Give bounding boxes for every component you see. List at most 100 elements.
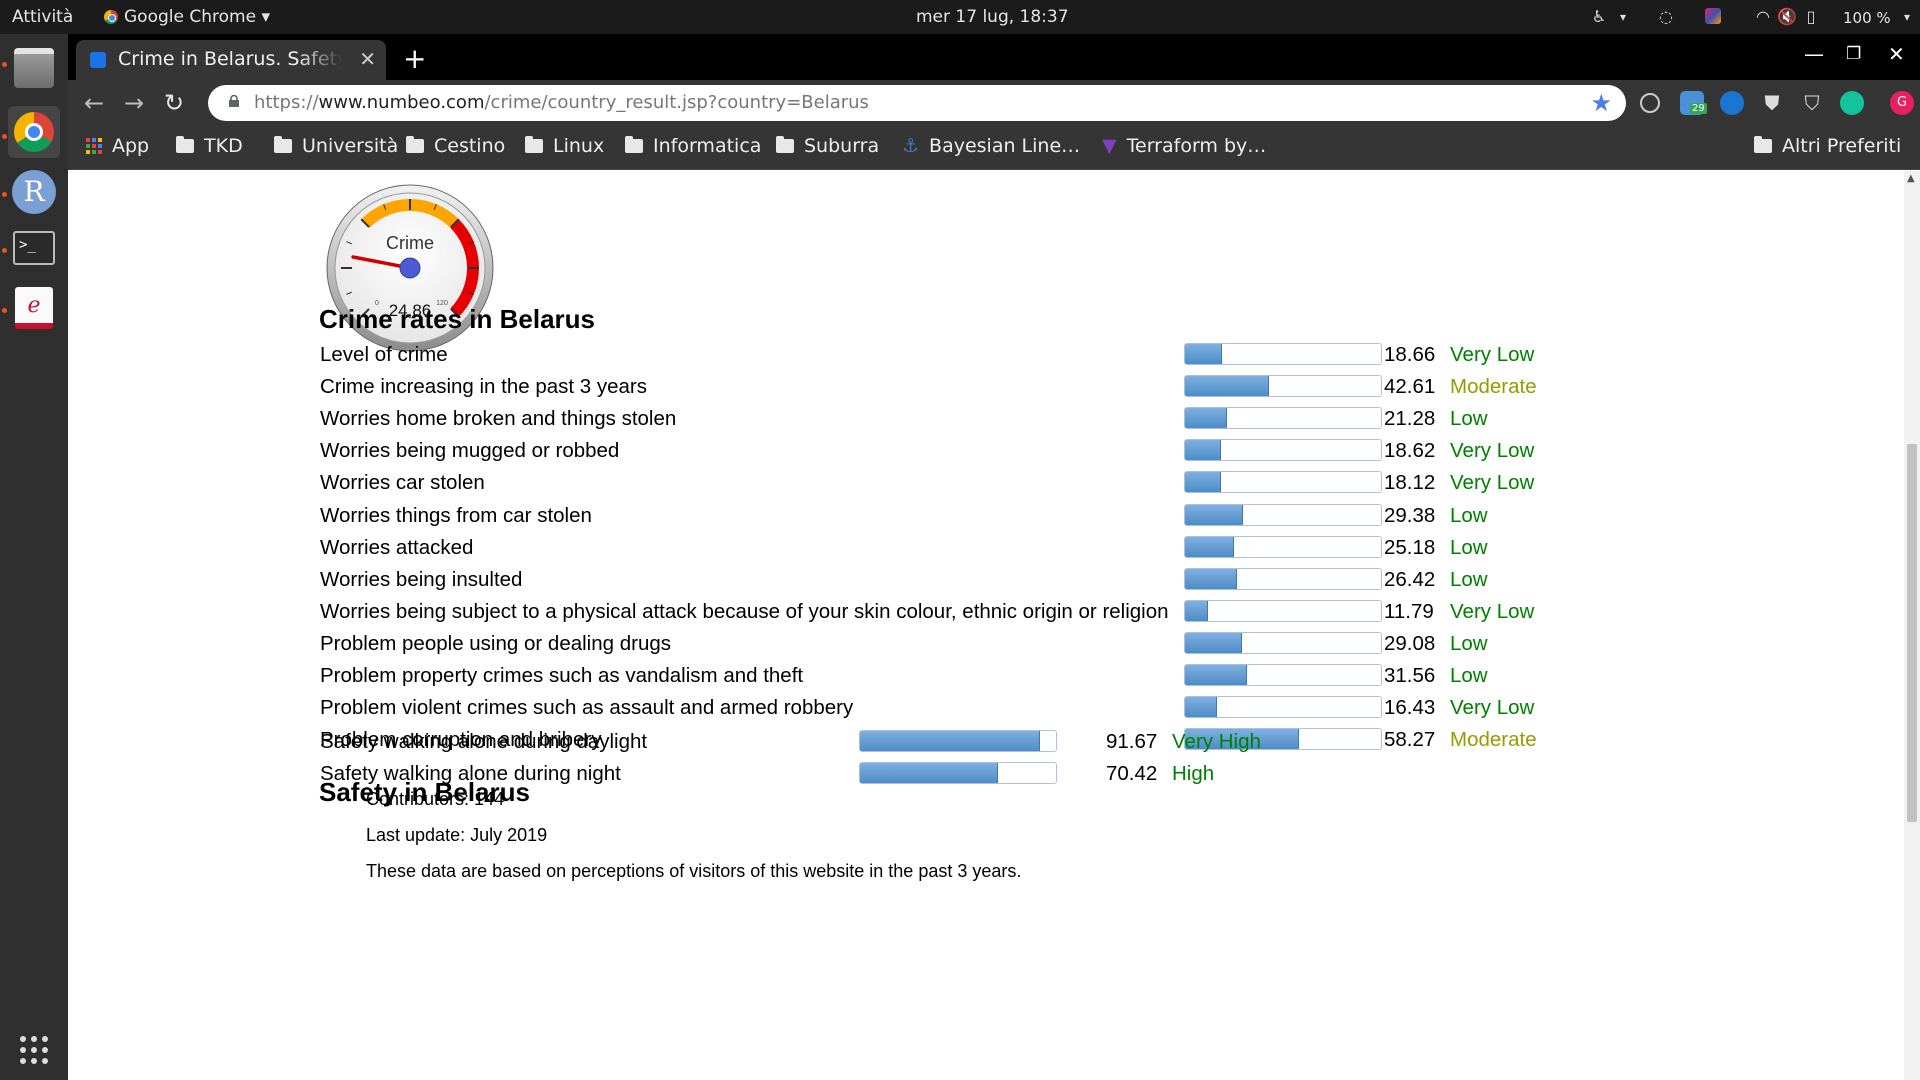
chrome-dock-icon[interactable] xyxy=(8,106,60,158)
folder-icon xyxy=(776,136,794,153)
extension-teamviewer-icon[interactable] xyxy=(1720,91,1744,115)
wifi-icon[interactable]: ◠ xyxy=(1752,6,1774,28)
metric-bar-fill xyxy=(1185,344,1222,364)
extension-ghostery-icon[interactable]: ⛊ xyxy=(1760,91,1784,115)
metric-rating: Very Low xyxy=(1450,471,1535,495)
metric-label: Worries being subject to a physical atta… xyxy=(320,599,1169,623)
metric-label: Worries attacked xyxy=(320,535,474,559)
bookmark-apps[interactable]: App xyxy=(86,135,149,157)
battery-level[interactable]: 100 % xyxy=(1843,9,1891,27)
metric-bar-fill xyxy=(1185,697,1218,718)
bookmark-terraform[interactable]: ▼ Terraform by… xyxy=(1102,135,1266,157)
restore-icon[interactable]: ❐ xyxy=(1846,44,1861,64)
metric-row: Problem violent crimes such as assault a… xyxy=(320,692,1620,724)
profile-avatar[interactable]: G xyxy=(1890,91,1914,115)
metric-bar xyxy=(859,730,1057,752)
folder-icon xyxy=(525,136,543,153)
scroll-up-arrow-icon[interactable]: ▲ xyxy=(1907,173,1915,184)
metric-rating: Low xyxy=(1450,535,1488,559)
window-close-icon[interactable]: ✕ xyxy=(1888,42,1905,66)
minimize-icon[interactable]: — xyxy=(1804,42,1824,66)
tray-app-icon[interactable] xyxy=(1702,6,1724,28)
metric-bar-fill xyxy=(1185,440,1222,461)
chrome-menu-icon[interactable]: ⋮ xyxy=(1916,89,1920,117)
r-language-icon[interactable]: R xyxy=(8,166,60,218)
bookmark-star-icon[interactable]: ★ xyxy=(1590,89,1612,117)
accessibility-icon[interactable]: ♿ xyxy=(1588,6,1610,28)
show-applications-icon[interactable] xyxy=(8,1024,60,1076)
metric-value: 18.62 xyxy=(1384,439,1436,463)
metric-bar xyxy=(1184,535,1382,558)
bookmark-folder-suburra[interactable]: Suburra xyxy=(776,135,879,157)
extension-shield-icon[interactable]: ⛉ xyxy=(1800,91,1824,115)
whatsapp-icon[interactable]: ◌ xyxy=(1655,6,1677,28)
metric-row: Problem people using or dealing drugs 29.… xyxy=(320,628,1620,660)
extension-grammarly-icon[interactable] xyxy=(1840,91,1864,115)
bookmark-label: Cestino xyxy=(434,135,506,157)
bookmark-folder-universita[interactable]: Università xyxy=(274,135,398,157)
chevron-down-icon[interactable]: ▾ xyxy=(1896,6,1918,28)
page-scrollbar[interactable]: ▲ xyxy=(1904,171,1920,1080)
app-menu[interactable]: Google Chrome ▾ xyxy=(104,7,270,27)
file-cabinet-icon[interactable] xyxy=(8,42,60,94)
metric-bar xyxy=(1184,631,1382,654)
bookmark-folder-tkd[interactable]: TKD xyxy=(176,135,243,157)
metric-value: 31.56 xyxy=(1384,664,1436,687)
activities-button[interactable]: Attività xyxy=(12,7,73,27)
metric-bar-fill xyxy=(1185,472,1221,493)
metric-bar-fill xyxy=(1185,408,1227,429)
folder-icon xyxy=(274,136,292,153)
running-indicator xyxy=(2,62,7,67)
address-bar[interactable]: https://www.numbeo.com/crime/country_res… xyxy=(208,85,1626,121)
bookmark-folder-cestino[interactable]: Cestino xyxy=(406,135,505,157)
new-tab-plus-icon[interactable]: + xyxy=(403,42,426,75)
battery-icon[interactable]: ▯ xyxy=(1800,6,1822,28)
metric-label: Problem property crimes such as vandalis… xyxy=(320,664,804,687)
back-arrow-icon[interactable]: ← xyxy=(80,89,108,117)
metric-bar-fill xyxy=(1185,600,1209,621)
chevron-down-icon[interactable]: ▾ xyxy=(1612,6,1634,28)
metric-rating: Very Low xyxy=(1450,599,1535,623)
metric-bar-fill xyxy=(1185,536,1235,557)
url-text[interactable]: https://www.numbeo.com/crime/country_res… xyxy=(254,92,869,113)
metric-bar xyxy=(1184,696,1382,719)
running-indicator xyxy=(2,308,7,313)
chevron-down-icon: ▾ xyxy=(261,7,270,27)
metric-label: Worries things from car stolen xyxy=(320,503,592,527)
clock[interactable]: mer 17 lug, 18:37 xyxy=(916,7,1069,27)
bookmarks-bar: App TKD Università Cestino Linux Informa… xyxy=(68,126,1920,170)
metric-value: 29.38 xyxy=(1384,503,1436,527)
terminal-icon[interactable]: >_ xyxy=(8,222,60,274)
gauge-hub xyxy=(399,257,421,279)
url-path: /crime/country_result.jsp?country=Belaru… xyxy=(484,92,869,113)
bookmark-other-folder[interactable]: Altri Preferiti xyxy=(1754,135,1901,157)
metric-rating: Low xyxy=(1450,567,1488,591)
system-top-bar: Attività Google Chrome ▾ mer 17 lug, 18:… xyxy=(0,0,1920,34)
metric-value: 91.67 xyxy=(1106,730,1158,753)
tab-active[interactable]: Crime in Belarus. Safety in Belarus ✕ xyxy=(76,40,386,80)
bookmark-folder-informatica[interactable]: Informatica xyxy=(625,135,761,157)
web-page: Crime 0 120 24,86 Crime rates in Belarus… xyxy=(68,171,1904,1080)
scrollbar-thumb[interactable] xyxy=(1907,444,1917,822)
metric-row: Worries being insulted 26.42 Low xyxy=(320,564,1620,596)
close-icon[interactable]: ✕ xyxy=(359,47,376,71)
bookmark-label: Informatica xyxy=(653,135,762,157)
reload-icon[interactable]: ↻ xyxy=(160,89,188,117)
metric-label: Worries being mugged or robbed xyxy=(320,439,620,463)
pdf-viewer-icon[interactable]: ℯ xyxy=(8,282,60,334)
volume-muted-icon[interactable]: 🔇 xyxy=(1776,6,1798,28)
bookmark-folder-linux[interactable]: Linux xyxy=(525,135,604,157)
forward-arrow-icon[interactable]: → xyxy=(120,89,148,117)
metric-bar xyxy=(1184,407,1382,430)
extension-bulb-icon[interactable] xyxy=(1640,93,1660,113)
metric-value: 16.43 xyxy=(1384,696,1436,720)
bookmark-label: Terraform by… xyxy=(1126,135,1267,157)
tab-strip: Crime in Belarus. Safety in Belarus ✕ + … xyxy=(68,34,1920,80)
terraform-icon: ▼ xyxy=(1102,135,1117,157)
apps-grid-icon xyxy=(86,138,102,154)
dock: R >_ ℯ xyxy=(0,34,68,1080)
extension-calendar-icon[interactable]: 29 xyxy=(1680,91,1707,115)
metric-rating: Low xyxy=(1450,664,1488,687)
bookmark-bayesian[interactable]: ⚓ Bayesian Line… xyxy=(902,135,1080,157)
bookmark-label: App xyxy=(112,135,150,157)
